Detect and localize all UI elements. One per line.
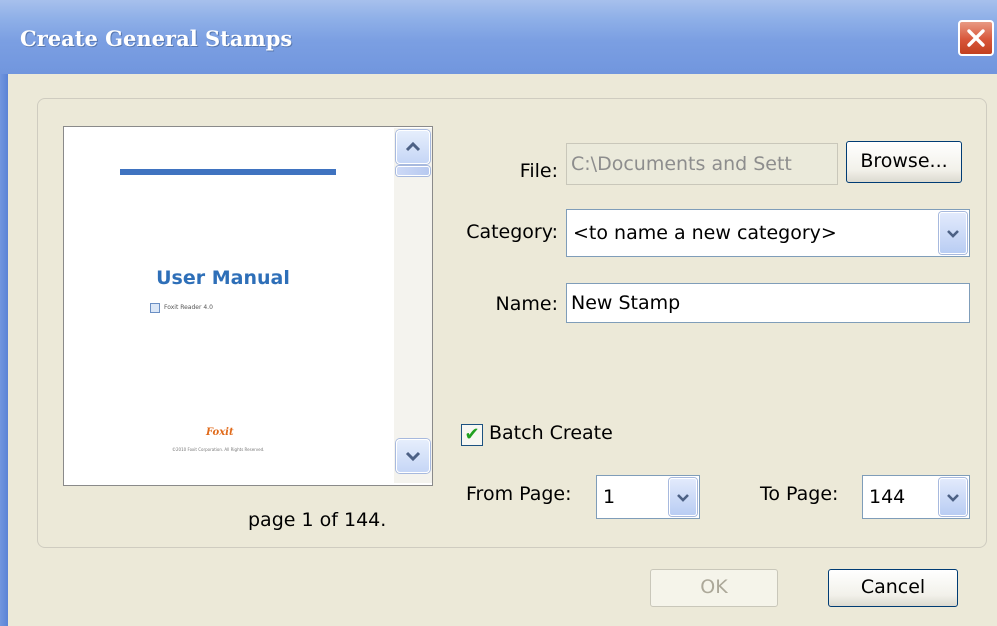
chevron-down-icon	[405, 451, 421, 462]
scroll-thumb[interactable]	[396, 166, 430, 176]
preview-scrollbar[interactable]	[394, 128, 432, 483]
category-dropdown-button[interactable]	[939, 212, 967, 254]
preview-page-title: User Manual	[156, 267, 290, 289]
preview-page-subtitle: Foxit Reader 4.0	[164, 304, 213, 311]
stamp-name-input[interactable]: New Stamp	[566, 283, 970, 323]
from-page-dropdown-button[interactable]	[669, 478, 697, 516]
category-label: Category:	[466, 221, 558, 243]
title-bar[interactable]: Create General Stamps	[0, 0, 997, 74]
batch-create-checkbox[interactable]: ✔	[461, 424, 483, 446]
category-value: <to name a new category>	[573, 222, 837, 244]
window-frame	[0, 74, 8, 626]
chevron-down-icon	[947, 230, 959, 238]
chevron-up-icon	[405, 141, 421, 152]
from-page-select[interactable]: 1	[596, 475, 700, 519]
cancel-button[interactable]: Cancel	[828, 569, 958, 607]
window-title: Create General Stamps	[20, 26, 293, 51]
close-button[interactable]	[958, 20, 994, 56]
scroll-down-button[interactable]	[396, 439, 430, 473]
page-count-label: page 1 of 144.	[248, 509, 387, 531]
to-page-label: To Page:	[760, 483, 839, 505]
file-path-field[interactable]: C:\Documents and Sett	[566, 143, 838, 185]
scroll-up-button[interactable]	[396, 130, 430, 164]
foxit-reader-icon	[150, 303, 160, 313]
to-page-value: 144	[869, 486, 906, 508]
page-preview: User Manual Foxit Reader 4.0 Foxit ©2010…	[63, 126, 433, 486]
ok-button[interactable]: OK	[650, 569, 778, 607]
batch-create-label: Batch Create	[489, 422, 613, 444]
chevron-down-icon	[677, 494, 689, 502]
preview-page-footer: ©2010 Foxit Corporation. All Rights Rese…	[172, 447, 265, 452]
page-header-bar	[120, 169, 336, 175]
to-page-dropdown-button[interactable]	[939, 478, 967, 516]
preview-foxit-logo: Foxit	[206, 427, 234, 438]
from-page-value: 1	[603, 486, 616, 508]
browse-button[interactable]: Browse...	[846, 141, 962, 183]
category-select[interactable]: <to name a new category>	[566, 209, 970, 257]
chevron-down-icon	[947, 494, 959, 502]
name-label: Name:	[495, 293, 558, 315]
from-page-label: From Page:	[466, 483, 572, 505]
close-icon	[967, 29, 985, 47]
file-label: File:	[519, 160, 558, 182]
to-page-select[interactable]: 144	[862, 475, 970, 519]
